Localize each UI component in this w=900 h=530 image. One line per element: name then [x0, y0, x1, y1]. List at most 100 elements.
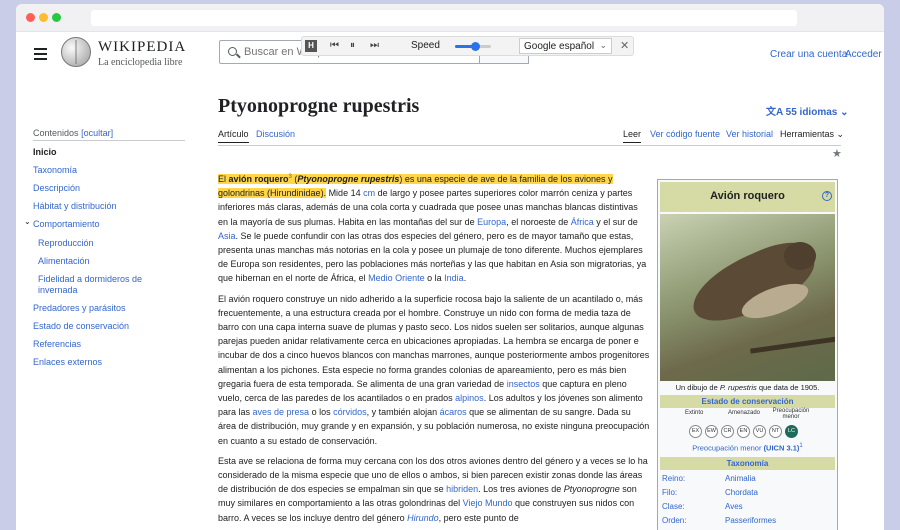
- toc-item-conservacion[interactable]: Estado de conservación: [33, 321, 129, 332]
- link-insectos[interactable]: insectos: [507, 379, 540, 389]
- title-bar: [16, 4, 884, 32]
- tts-h-icon[interactable]: H: [305, 40, 317, 52]
- link-india[interactable]: India: [444, 273, 464, 283]
- status-vu[interactable]: VU: [753, 425, 766, 438]
- wikipedia-page: WIKIPEDIA La enciclopedia libre Buscar H…: [16, 32, 884, 530]
- conservation-header[interactable]: Estado de conservación: [660, 395, 835, 408]
- link-alpinos[interactable]: alpinos: [455, 393, 484, 403]
- status-lc[interactable]: LC: [785, 425, 798, 438]
- taxonomy-key[interactable]: Reino:: [662, 474, 685, 483]
- tts-toolbar: H ⏮ ⏸ ⏭ Speed Google español ⌄ ✕: [301, 36, 634, 56]
- wordmark[interactable]: WIKIPEDIA: [98, 39, 186, 56]
- toc-item-habitat[interactable]: Hábitat y distribución: [33, 201, 117, 212]
- infobox: Avión roquero ? Un dibujo de P. rupestri…: [657, 179, 838, 530]
- infobox-title: Avión roquero ?: [660, 182, 835, 212]
- status-en[interactable]: EN: [737, 425, 750, 438]
- chevron-down-icon: ⌄: [836, 129, 845, 139]
- minimize-window-button[interactable]: [39, 13, 48, 22]
- link-medio-oriente[interactable]: Medio Oriente: [368, 273, 425, 283]
- search-icon: [228, 47, 237, 56]
- toc-item-descripcion[interactable]: Descripción: [33, 183, 80, 194]
- status-ex[interactable]: EX: [689, 425, 702, 438]
- tabs-divider: [218, 145, 841, 146]
- toc-hide-link[interactable]: [ocultar]: [81, 128, 113, 138]
- link-cm[interactable]: cm: [363, 188, 375, 198]
- toc-heading: Contenidos [ocultar]: [33, 128, 113, 138]
- watch-star-icon[interactable]: ★: [832, 147, 842, 160]
- text: El avión roquero construye un nido adher…: [218, 293, 650, 389]
- bird-illustration[interactable]: [660, 214, 835, 381]
- speed-label: Speed: [411, 40, 440, 51]
- toc-item-predadores[interactable]: Predadores y parásitos: [33, 303, 126, 314]
- branch: [750, 335, 835, 354]
- toc-item-referencias[interactable]: Referencias: [33, 339, 81, 350]
- help-icon[interactable]: ?: [822, 191, 832, 201]
- address-bar[interactable]: [91, 10, 797, 26]
- tab-view-history[interactable]: Ver historial: [726, 129, 773, 139]
- infobox-title-text: Avión roquero: [710, 190, 785, 202]
- main-menu-icon[interactable]: [34, 48, 47, 63]
- pause-icon[interactable]: ⏸: [350, 40, 355, 51]
- toc-item-taxonomia[interactable]: Taxonomía: [33, 165, 77, 176]
- status-ew[interactable]: EW: [705, 425, 718, 438]
- tools-menu[interactable]: Herramientas ⌄: [780, 129, 844, 140]
- toc-item-alimentacion[interactable]: Alimentación: [38, 256, 90, 267]
- label-extinto: Extinto: [685, 410, 704, 416]
- tab-discussion[interactable]: Discusión: [256, 129, 295, 139]
- toc-item-fidelidad[interactable]: Fidelidad a dormideros de invernada: [38, 274, 168, 296]
- link-europa[interactable]: Europa: [477, 217, 506, 227]
- wikipedia-logo[interactable]: [61, 37, 91, 67]
- citation-link[interactable]: 1: [799, 443, 802, 449]
- taxonomy-key[interactable]: Clase:: [662, 502, 685, 511]
- link-acaros[interactable]: ácaros: [440, 407, 467, 417]
- taxonomy-row: Filo: Chordata: [658, 488, 837, 502]
- close-window-button[interactable]: [26, 13, 35, 22]
- create-account-link[interactable]: Crear una cuenta: [770, 49, 847, 60]
- paragraph-2: El avión roquero construye un nido adher…: [218, 292, 650, 448]
- status-nt[interactable]: NT: [769, 425, 782, 438]
- scientific-name: Ptyonoprogne rupestris: [297, 174, 400, 184]
- status-cr[interactable]: CR: [721, 425, 734, 438]
- status-link[interactable]: Preocupación menor: [692, 444, 761, 453]
- browser-window: WIKIPEDIA La enciclopedia libre Buscar H…: [16, 4, 884, 530]
- taxonomy-key[interactable]: Filo:: [662, 488, 677, 497]
- text: Mide 14: [326, 188, 364, 199]
- conservation-scale-labels: Extinto Amenazado Preocupación menor: [658, 408, 837, 424]
- taxonomy-key[interactable]: Orden:: [662, 516, 686, 525]
- tab-article[interactable]: Artículo: [218, 129, 249, 143]
- toc-item-reproduccion[interactable]: Reproducción: [38, 238, 94, 249]
- toc-item-comportamiento[interactable]: Comportamiento: [33, 219, 100, 230]
- taxonomy-value[interactable]: Chordata: [725, 488, 758, 497]
- speed-slider[interactable]: [455, 42, 491, 51]
- tab-view-source[interactable]: Ver código fuente: [650, 129, 720, 139]
- taxonomy-row: Clase: Aves: [658, 502, 837, 516]
- link-asia[interactable]: Asia: [218, 231, 236, 241]
- taxonomy-header[interactable]: Taxonomía: [660, 456, 835, 470]
- login-link[interactable]: Acceder: [845, 49, 882, 60]
- taxonomy-value[interactable]: Animalia: [725, 474, 756, 483]
- tab-read[interactable]: Leer: [623, 129, 642, 143]
- link-hibriden[interactable]: hibriden: [446, 484, 478, 494]
- skip-back-icon[interactable]: ⏮: [330, 40, 339, 51]
- language-button[interactable]: 文A 55 idiomas ⌄: [766, 103, 849, 118]
- link-corvidos[interactable]: córvidos: [333, 407, 367, 417]
- link-aves-de-presa[interactable]: aves de presa: [253, 407, 310, 417]
- link-viejo-mundo[interactable]: Viejo Mundo: [463, 498, 513, 508]
- status-code[interactable]: (UICN 3.1): [764, 444, 800, 453]
- taxonomy-value[interactable]: Aves: [725, 502, 743, 511]
- taxonomy-value[interactable]: Passeriformes: [725, 516, 776, 525]
- paragraph-1: El avión roquero3 (Ptyonoprogne rupestri…: [218, 170, 650, 286]
- label-preocupacion: Preocupación menor: [772, 408, 810, 420]
- link-africa[interactable]: África: [571, 217, 594, 227]
- toc-item-enlaces[interactable]: Enlaces externos: [33, 357, 102, 368]
- skip-forward-icon[interactable]: ⏭: [370, 40, 379, 51]
- voice-select[interactable]: Google español ⌄: [519, 38, 612, 54]
- toc-collapse-icon[interactable]: ⌄: [24, 217, 31, 226]
- speed-slider-thumb[interactable]: [470, 42, 480, 51]
- link-hirundo[interactable]: Hirundo: [407, 513, 439, 523]
- text: El: [218, 174, 229, 184]
- tts-close-icon[interactable]: ✕: [620, 39, 629, 52]
- toc-item-inicio[interactable]: Inicio: [33, 147, 57, 158]
- toc-title: Contenidos: [33, 128, 79, 138]
- maximize-window-button[interactable]: [52, 13, 61, 22]
